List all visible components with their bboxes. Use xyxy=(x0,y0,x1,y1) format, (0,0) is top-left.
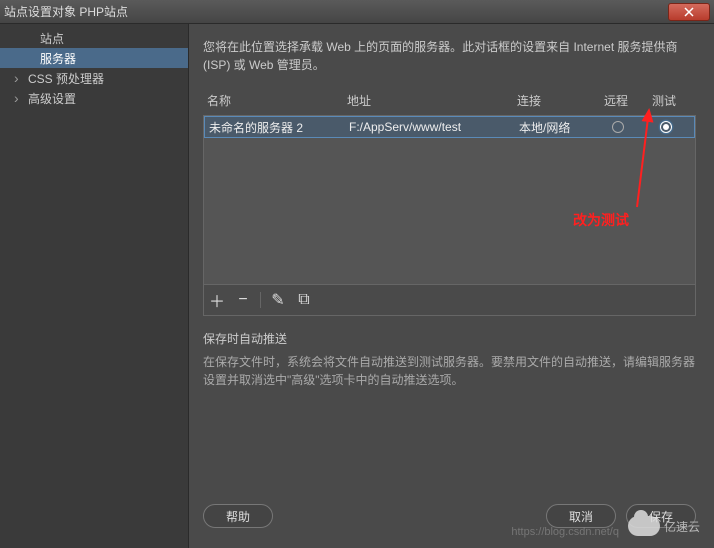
content-panel: 您将在此位置选择承载 Web 上的页面的服务器。此对话框的设置来自 Intern… xyxy=(189,24,714,548)
radio-test[interactable] xyxy=(660,121,672,133)
cell-remote[interactable] xyxy=(594,121,642,133)
cloud-icon xyxy=(628,516,660,536)
header-test: 测试 xyxy=(640,92,688,109)
watermark-logo: 亿速云 xyxy=(628,510,708,542)
header-remote: 远程 xyxy=(592,92,640,109)
sidebar-item-label: 站点 xyxy=(40,30,64,47)
close-button[interactable] xyxy=(668,3,710,21)
separator xyxy=(260,292,261,308)
intro-text: 您将在此位置选择承载 Web 上的页面的服务器。此对话框的设置来自 Intern… xyxy=(203,38,696,74)
main-area: 站点 服务器 CSS 预处理器 高级设置 您将在此位置选择承载 Web 上的页面… xyxy=(0,24,714,548)
duplicate-button[interactable]: ⧉ xyxy=(295,291,313,309)
close-icon xyxy=(684,7,694,17)
cell-conn: 本地/网络 xyxy=(519,119,594,136)
watermark-url: https://blog.csdn.net/q xyxy=(511,526,619,538)
table-toolbar: ＋ − ✎ ⧉ xyxy=(203,285,696,316)
sidebar-item-label: CSS 预处理器 xyxy=(28,70,104,87)
autopush-title: 保存时自动推送 xyxy=(203,330,696,347)
header-addr: 地址 xyxy=(347,92,517,109)
sidebar-item-label: 服务器 xyxy=(40,50,76,67)
button-row: 帮助 取消 保存 xyxy=(203,504,696,528)
cell-addr: F:/AppServ/www/test xyxy=(349,120,519,134)
remove-button[interactable]: − xyxy=(234,291,252,309)
autopush-text: 在保存文件时，系统会将文件自动推送到测试服务器。要禁用文件的自动推送，请编辑服务… xyxy=(203,353,696,389)
edit-button[interactable]: ✎ xyxy=(269,291,287,309)
add-button[interactable]: ＋ xyxy=(208,291,226,309)
titlebar: 站点设置对象 PHP站点 xyxy=(0,0,714,24)
radio-dot xyxy=(663,124,669,130)
watermark-text: 亿速云 xyxy=(664,518,700,535)
cancel-button[interactable]: 取消 xyxy=(546,504,616,528)
sidebar-item-site[interactable]: 站点 xyxy=(0,28,188,48)
window-title: 站点设置对象 PHP站点 xyxy=(4,3,668,20)
table-header: 名称 地址 连接 远程 测试 xyxy=(203,92,696,115)
cell-name: 未命名的服务器 2 xyxy=(209,119,349,136)
header-conn: 连接 xyxy=(517,92,592,109)
sidebar-item-server[interactable]: 服务器 xyxy=(0,48,188,68)
table-row[interactable]: 未命名的服务器 2 F:/AppServ/www/test 本地/网络 xyxy=(204,116,695,138)
sidebar-item-css[interactable]: CSS 预处理器 xyxy=(0,68,188,88)
header-name: 名称 xyxy=(207,92,347,109)
radio-remote[interactable] xyxy=(612,121,624,133)
cell-test[interactable] xyxy=(642,121,690,133)
server-table: 未命名的服务器 2 F:/AppServ/www/test 本地/网络 xyxy=(203,115,696,285)
sidebar-item-label: 高级设置 xyxy=(28,90,76,107)
sidebar: 站点 服务器 CSS 预处理器 高级设置 xyxy=(0,24,189,548)
sidebar-item-advanced[interactable]: 高级设置 xyxy=(0,88,188,108)
help-button[interactable]: 帮助 xyxy=(203,504,273,528)
